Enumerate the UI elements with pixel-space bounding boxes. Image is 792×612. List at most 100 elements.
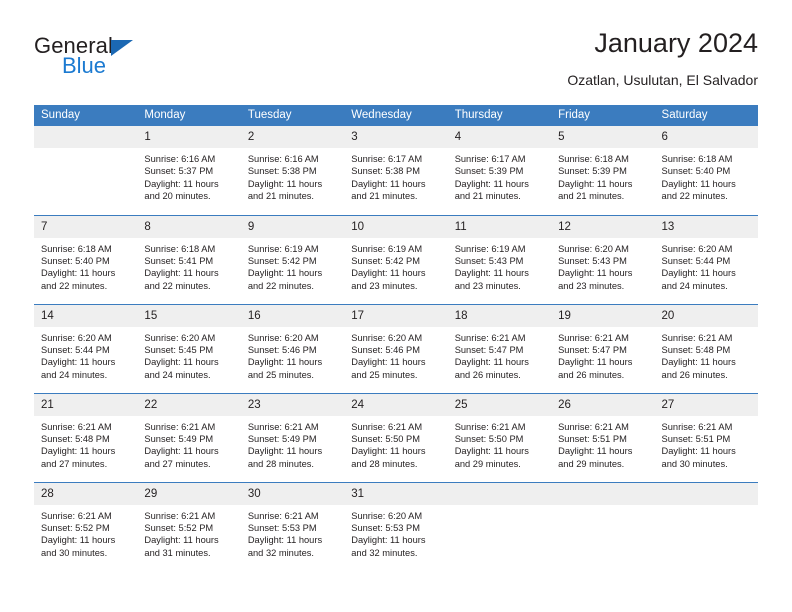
calendar-day-cell[interactable]: 2 Sunrise: 6:16 AM Sunset: 5:38 PM Daylight… xyxy=(240,126,345,215)
daylight-text: Daylight: 11 hours xyxy=(661,178,736,189)
sunset-text: Sunset: 5:40 PM xyxy=(661,166,731,177)
calendar-day-cell[interactable]: 10 Sunrise: 6:19 AM Sunset: 5:42 PM Dayligh… xyxy=(344,214,448,304)
calendar-day-cell[interactable]: 9 Sunrise: 6:19 AM Sunset: 5:42 PM Daylight… xyxy=(240,214,345,304)
calendar-day-cell[interactable]: 3 Sunrise: 6:17 AM Sunset: 5:38 PM Daylight… xyxy=(344,126,448,215)
daylight-text-cont: and 31 minutes. xyxy=(144,547,211,558)
calendar-day-cell[interactable]: 18 Sunrise: 6:21 AM Sunset: 5:47 PM Dayligh… xyxy=(447,303,552,393)
sunrise-text: Sunrise: 6:17 AM xyxy=(454,154,526,164)
daylight-text-cont: and 28 minutes. xyxy=(351,458,418,469)
calendar-day-cell[interactable]: 8 Sunrise: 6:18 AM Sunset: 5:41 PM Daylight… xyxy=(137,214,241,304)
calendar-day-cell[interactable]: 29 Sunrise: 6:21 AM Sunset: 5:52 PM Dayligh… xyxy=(137,481,241,571)
day-number: 16 xyxy=(240,304,345,327)
daylight-text: Daylight: 11 hours xyxy=(454,178,529,189)
day-info: Sunrise: 6:16 AM Sunset: 5:38 PM Daylight:… xyxy=(241,148,344,203)
day-number: 26 xyxy=(551,393,655,416)
calendar-day-cell[interactable]: 30 Sunrise: 6:21 AM Sunset: 5:53 PM Dayligh… xyxy=(240,481,345,571)
calendar-day-cell[interactable]: 19 Sunrise: 6:21 AM Sunset: 5:47 PM Dayligh… xyxy=(551,303,655,393)
day-info: Sunrise: 6:21 AM Sunset: 5:48 PM Daylight:… xyxy=(34,416,137,471)
sunrise-text: Sunrise: 6:19 AM xyxy=(247,243,319,254)
day-number xyxy=(551,482,655,505)
calendar-day-cell[interactable]: 12 Sunrise: 6:20 AM Sunset: 5:43 PM Dayligh… xyxy=(551,214,655,304)
day-number: 27 xyxy=(654,393,758,416)
sunset-text: Sunset: 5:40 PM xyxy=(41,255,110,266)
sunset-text: Sunset: 5:43 PM xyxy=(454,255,524,266)
calendar-day-cell[interactable]: 1 Sunrise: 6:16 AM Sunset: 5:37 PM Daylight… xyxy=(137,126,241,215)
day-number: 15 xyxy=(137,304,241,327)
calendar-day-cell[interactable]: 6 Sunrise: 6:18 AM Sunset: 5:40 PM Daylight… xyxy=(654,126,758,215)
calendar-day-cell[interactable]: 7 Sunrise: 6:18 AM Sunset: 5:40 PM Daylight… xyxy=(34,214,138,304)
weekday-header-saturday: Saturday xyxy=(654,105,758,126)
calendar-day-cell[interactable]: 11 Sunrise: 6:19 AM Sunset: 5:43 PM Dayligh… xyxy=(447,214,552,304)
day-info: Sunrise: 6:17 AM Sunset: 5:38 PM Daylight:… xyxy=(344,148,447,203)
calendar-day-cell[interactable]: 22 Sunrise: 6:21 AM Sunset: 5:49 PM Dayligh… xyxy=(137,392,241,482)
calendar-day-cell[interactable]: 14 Sunrise: 6:20 AM Sunset: 5:44 PM Dayligh… xyxy=(34,303,138,393)
generalblue-logo[interactable]: General Blue xyxy=(34,34,214,90)
daylight-text-cont: and 21 minutes. xyxy=(454,191,521,202)
day-number: 18 xyxy=(447,304,552,327)
calendar-day-cell[interactable]: 17 Sunrise: 6:20 AM Sunset: 5:46 PM Dayligh… xyxy=(344,303,448,393)
calendar-page: General Blue January 2024 Ozatlan, Usulu… xyxy=(0,0,792,612)
sunset-text: Sunset: 5:50 PM xyxy=(454,433,524,444)
sunrise-text: Sunrise: 6:18 AM xyxy=(41,243,112,254)
sunset-text: Sunset: 5:39 PM xyxy=(558,166,627,177)
day-number xyxy=(654,482,758,505)
day-info: Sunrise: 6:21 AM Sunset: 5:49 PM Daylight:… xyxy=(137,416,240,471)
sunset-text: Sunset: 5:53 PM xyxy=(351,522,420,533)
sunrise-text: Sunrise: 6:21 AM xyxy=(144,510,216,521)
day-number: 19 xyxy=(551,304,655,327)
daylight-text: Daylight: 11 hours xyxy=(247,357,323,368)
day-info: Sunrise: 6:18 AM Sunset: 5:41 PM Daylight:… xyxy=(137,238,240,293)
calendar-week-row: 1 Sunrise: 6:16 AM Sunset: 5:37 PM Daylight… xyxy=(34,126,758,215)
daylight-text-cont: and 22 minutes. xyxy=(41,280,108,291)
title-block: January 2024 Ozatlan, Usulutan, El Salva… xyxy=(567,26,758,90)
sunrise-text: Sunrise: 6:20 AM xyxy=(144,332,216,343)
calendar-day-cell[interactable]: 31 Sunrise: 6:20 AM Sunset: 5:53 PM Dayligh… xyxy=(344,481,448,571)
daylight-text-cont: and 27 minutes. xyxy=(144,458,211,469)
daylight-text-cont: and 26 minutes. xyxy=(454,369,521,380)
daylight-text-cont: and 32 minutes. xyxy=(351,547,418,558)
sunrise-text: Sunrise: 6:17 AM xyxy=(351,154,423,164)
calendar-day-cell[interactable]: 27 Sunrise: 6:21 AM Sunset: 5:51 PM Dayligh… xyxy=(654,392,758,482)
calendar-day-cell[interactable]: 16 Sunrise: 6:20 AM Sunset: 5:46 PM Dayligh… xyxy=(240,303,345,393)
sunrise-text: Sunrise: 6:21 AM xyxy=(661,421,733,432)
sunset-text: Sunset: 5:44 PM xyxy=(661,255,731,266)
calendar-day-cell[interactable]: 20 Sunrise: 6:21 AM Sunset: 5:48 PM Dayligh… xyxy=(654,303,758,393)
sunrise-text: Sunrise: 6:20 AM xyxy=(661,243,733,254)
calendar-day-cell[interactable]: 28 Sunrise: 6:21 AM Sunset: 5:52 PM Dayligh… xyxy=(34,481,138,571)
daylight-text-cont: and 23 minutes. xyxy=(454,280,521,291)
calendar-day-cell[interactable]: 4 Sunrise: 6:17 AM Sunset: 5:39 PM Daylight… xyxy=(447,126,552,215)
calendar-table: Sunday Monday Tuesday Wednesday Thursday Frid… xyxy=(34,105,758,571)
daylight-text-cont: and 23 minutes. xyxy=(558,280,625,291)
weekday-header-sunday: Sunday xyxy=(34,105,138,126)
daylight-text: Daylight: 11 hours xyxy=(558,357,633,368)
calendar-day-cell[interactable]: 23 Sunrise: 6:21 AM Sunset: 5:49 PM Dayligh… xyxy=(240,392,345,482)
calendar-body: 1 Sunrise: 6:16 AM Sunset: 5:37 PM Daylight… xyxy=(34,126,758,571)
sunset-text: Sunset: 5:38 PM xyxy=(351,166,420,177)
calendar-day-cell[interactable]: 13 Sunrise: 6:20 AM Sunset: 5:44 PM Dayligh… xyxy=(654,214,758,304)
day-number: 13 xyxy=(654,215,758,238)
daylight-text-cont: and 26 minutes. xyxy=(558,369,625,380)
daylight-text: Daylight: 11 hours xyxy=(454,357,529,368)
daylight-text-cont: and 24 minutes. xyxy=(144,369,211,380)
calendar-day-cell[interactable]: 21 Sunrise: 6:21 AM Sunset: 5:48 PM Dayligh… xyxy=(34,392,138,482)
daylight-text: Daylight: 11 hours xyxy=(144,446,219,457)
day-info: Sunrise: 6:21 AM Sunset: 5:49 PM Daylight:… xyxy=(241,416,344,471)
sunrise-text: Sunrise: 6:20 AM xyxy=(41,332,112,343)
sunset-text: Sunset: 5:46 PM xyxy=(351,344,420,355)
sunset-text: Sunset: 5:52 PM xyxy=(41,522,110,533)
daylight-text-cont: and 28 minutes. xyxy=(247,458,314,469)
day-info: Sunrise: 6:20 AM Sunset: 5:45 PM Daylight:… xyxy=(137,327,240,382)
daylight-text: Daylight: 11 hours xyxy=(247,446,323,457)
calendar-day-cell[interactable]: 26 Sunrise: 6:21 AM Sunset: 5:51 PM Dayligh… xyxy=(551,392,655,482)
daylight-text-cont: and 22 minutes. xyxy=(661,191,728,202)
calendar-day-cell[interactable]: 24 Sunrise: 6:21 AM Sunset: 5:50 PM Dayligh… xyxy=(344,392,448,482)
sunrise-text: Sunrise: 6:21 AM xyxy=(558,421,629,432)
calendar-day-cell[interactable]: 25 Sunrise: 6:21 AM Sunset: 5:50 PM Dayligh… xyxy=(447,392,552,482)
calendar-week-row: 28 Sunrise: 6:21 AM Sunset: 5:52 PM Dayligh… xyxy=(34,481,758,571)
calendar-day-cell[interactable]: 15 Sunrise: 6:20 AM Sunset: 5:45 PM Dayligh… xyxy=(137,303,241,393)
daylight-text: Daylight: 11 hours xyxy=(351,357,426,368)
sunrise-text: Sunrise: 6:16 AM xyxy=(247,154,319,164)
daylight-text: Daylight: 11 hours xyxy=(144,357,219,368)
sunset-text: Sunset: 5:37 PM xyxy=(144,166,214,177)
calendar-day-cell[interactable]: 5 Sunrise: 6:18 AM Sunset: 5:39 PM Daylight… xyxy=(551,126,655,215)
